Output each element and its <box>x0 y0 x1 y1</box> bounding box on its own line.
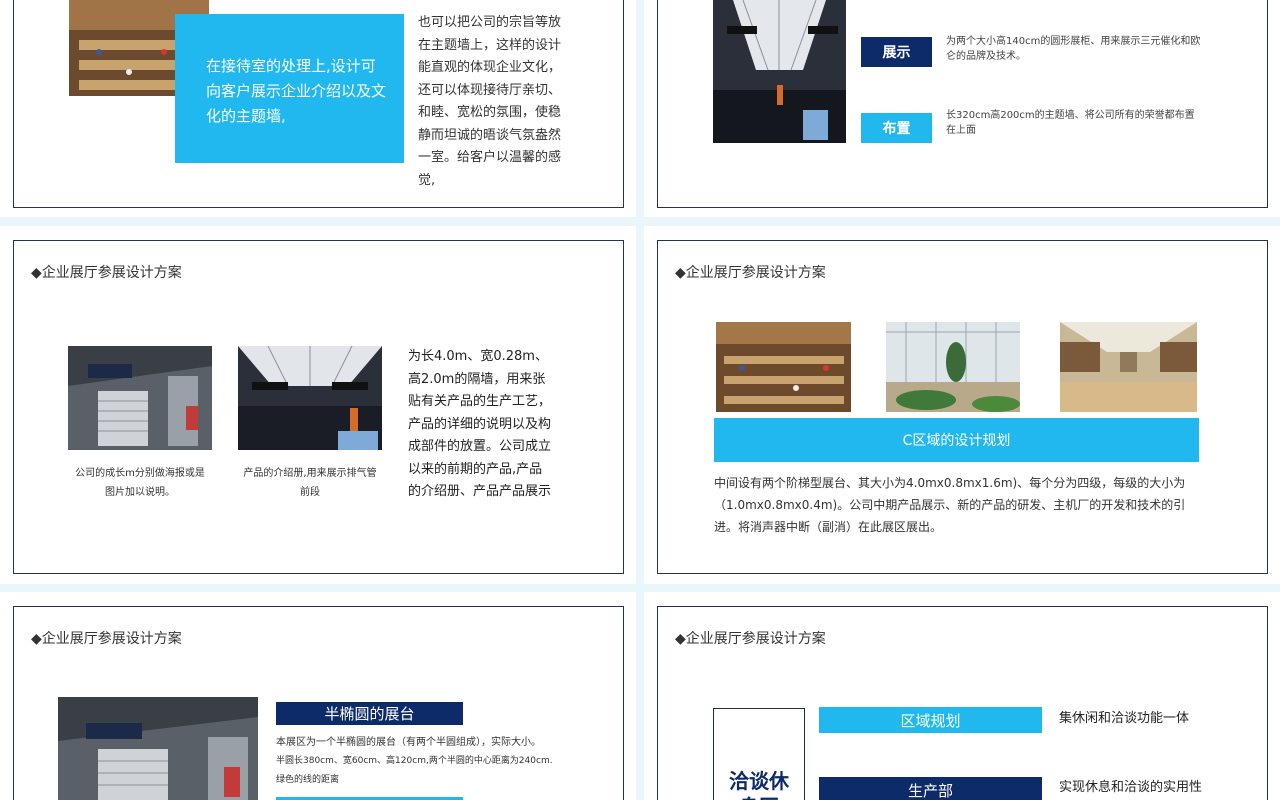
reception-body-text: 也可以把公司的宗旨等放在主题墙上，这样的设计能直观的体现企业文化，还可以体现接待… <box>418 15 562 188</box>
slide-semi-ellipse-stand[interactable]: ◆企业展厅参展设计方案 半椭圆的展台 本展区为一个半椭圆的展台（有两个半圆组成）… <box>0 592 636 800</box>
negotiation-box-text: 洽谈休息区 <box>729 769 789 800</box>
semi-ellipse-line-2: 半圆长380cm、宽60cm、高120cm,两个半圆的中心距离为240cm. <box>276 756 553 766</box>
slide-title: ◆企业展厅参展设计方案 <box>31 265 182 281</box>
slide-title: ◆企业展厅参展设计方案 <box>675 631 826 647</box>
slide-title: ◆企业展厅参展设计方案 <box>675 265 826 281</box>
arrangement-description: 长320cm高200cm的主题墙、将公司所有的荣誉都布置在上面 <box>946 110 1195 136</box>
greenhouse-hall-photo <box>886 322 1020 412</box>
subway-stairs-photo <box>58 697 258 800</box>
label-zone-planning: 区域规划 <box>819 707 1042 733</box>
semi-ellipse-line-3: 绿色的线的距离 <box>276 775 340 785</box>
photo-caption-1: 公司的成长m分别做海报或是图片加以说明。 <box>75 468 205 498</box>
slide-zone-c-planning[interactable]: ◆企业展厅参展设计方案 C区域的设计规划 中间设有两个阶梯型展台、其大小为4.0… <box>644 226 1280 584</box>
station-hall-photo <box>238 346 382 450</box>
display-description: 为两个大小高140cm的圆形展柜、用来展示三元催化和欧仑的品牌及技术。 <box>946 36 1201 62</box>
production-dept-text: 实现休息和洽谈的实用性 <box>1059 780 1203 795</box>
semi-ellipse-line-1: 本展区为一个半椭圆的展台（有两个半圆组成），实际大小。 <box>276 737 541 748</box>
zone-planning-text: 集休闲和洽谈功能一体 <box>1059 711 1190 726</box>
gallery-hall-photo <box>1060 322 1197 412</box>
label-production-dept: 生产部 <box>819 777 1042 800</box>
zone-c-body-text: 中间设有两个阶梯型展台、其大小为4.0mx0.8mx1.6m)、每个分为四级，每… <box>714 476 1186 534</box>
slide-reception-wall[interactable]: 在接待室的处理上,设计可向客户展示企业介绍以及文化的主题墙, 也可以把公司的宗旨… <box>0 0 636 217</box>
photo-caption-2: 产品的介绍册,用来展示排气管前段 <box>243 468 377 498</box>
reception-highlight-box: 在接待室的处理上,设计可向客户展示企业介绍以及文化的主题墙, <box>175 14 404 163</box>
slide-negotiation-area[interactable]: ◆企业展厅参展设计方案 洽谈休息区 区域规划 集休闲和洽谈功能一体 生产部 实现… <box>644 592 1280 800</box>
partition-body-text: 为长4.0m、宽0.28m、高2.0m的隔墙，用来张贴有关产品的生产工艺，产品的… <box>408 349 552 499</box>
zone-c-banner: C区域的设计规划 <box>714 418 1199 462</box>
subway-stairs-photo <box>68 346 212 450</box>
label-arrangement: 布置 <box>861 113 932 143</box>
slide-partition-wall[interactable]: ◆企业展厅参展设计方案 公司的成长m分别做海报或是图片加以说明。 产品的介绍册,… <box>0 226 636 584</box>
station-hall-photo <box>713 0 846 143</box>
slide-display-layout[interactable]: 展示 为两个大小高140cm的圆形展柜、用来展示三元催化和欧仑的品牌及技术。 布… <box>644 0 1280 217</box>
library-photo <box>716 322 851 412</box>
semi-ellipse-heading: 半椭圆的展台 <box>276 702 463 725</box>
label-display: 展示 <box>861 37 932 67</box>
slide-title: ◆企业展厅参展设计方案 <box>31 631 182 647</box>
